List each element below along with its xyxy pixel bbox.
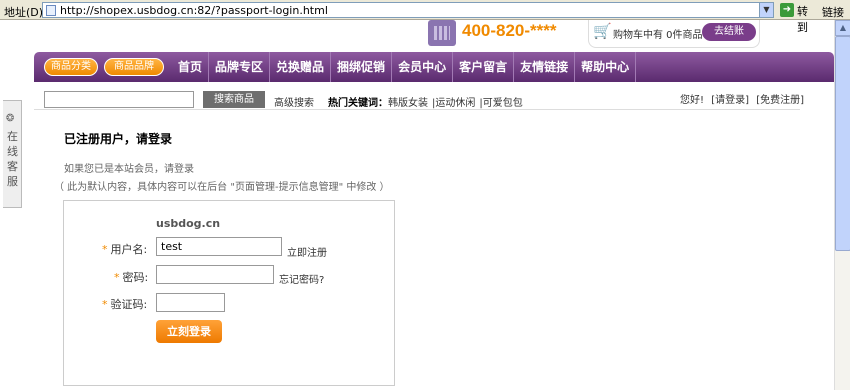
nav-items: 首页 品牌专区 兑换赠品 捆绑促销 会员中心 客户留言 友情链接 帮助中心 — [172, 52, 637, 82]
nav-item-help[interactable]: 帮助中心 — [575, 52, 637, 82]
hot-keyword-link[interactable]: |运动休闲 — [432, 98, 475, 109]
nav-item-brands[interactable]: 品牌专区 — [209, 52, 271, 82]
username-label: * 用户名: — [102, 241, 147, 257]
nav-item-messages[interactable]: 客户留言 — [453, 52, 515, 82]
login-link[interactable]: [请登录] — [711, 95, 749, 106]
chevron-down-icon[interactable]: ▼ — [759, 3, 773, 17]
captcha-field[interactable] — [156, 293, 225, 312]
checkout-button[interactable]: 去结账 — [702, 23, 756, 41]
address-input[interactable]: http://shopex.usbdog.cn:82/?passport-log… — [42, 2, 774, 18]
login-button[interactable]: 立刻登录 — [156, 320, 222, 343]
phone-icon — [428, 20, 456, 46]
page-icon — [46, 5, 56, 16]
register-now-link[interactable]: 立即注册 — [287, 244, 327, 259]
user-links: 您好! [请登录] [免费注册] — [676, 91, 804, 106]
search-input[interactable] — [44, 91, 194, 108]
default-content-note: （ 此为默认内容，具体内容可以在后台 "页面管理-提示信息管理" 中修改 ） — [54, 182, 390, 193]
cart-icon[interactable]: 🛒 — [593, 22, 612, 40]
nav-item-gifts[interactable]: 兑换赠品 — [270, 52, 332, 82]
nav-item-bundles[interactable]: 捆绑促销 — [331, 52, 393, 82]
username-field[interactable]: test — [156, 237, 282, 256]
arrow-right-icon: ➜ — [780, 3, 794, 17]
address-url[interactable]: http://shopex.usbdog.cn:82/?passport-log… — [60, 4, 328, 17]
page-title: 已注册用户，请登录 — [64, 132, 173, 146]
go-button[interactable]: ➜ 转到 — [780, 2, 816, 34]
main-nav: 商品分类 商品品牌 首页 品牌专区 兑换赠品 捆绑促销 会员中心 客户留言 友情… — [34, 52, 834, 82]
password-label-text: 密码: — [122, 271, 149, 284]
hotline-number: 400-820-**** — [462, 21, 557, 40]
password-field[interactable] — [156, 265, 274, 284]
search-button[interactable]: 搜索商品 — [203, 91, 265, 108]
required-mark: * — [102, 243, 108, 256]
cart-text: 购物车中有 0件商品 — [613, 30, 703, 41]
captcha-label: * 验证码: — [102, 296, 147, 312]
login-hint: 如果您已是本站会员，请登录 — [64, 164, 194, 175]
address-label: 地址(D) — [4, 6, 44, 19]
required-mark: * — [102, 298, 108, 311]
hot-keyword-link[interactable]: 韩版女装 — [388, 98, 428, 109]
scroll-up-icon[interactable]: ▲ — [835, 20, 850, 36]
nav-item-member[interactable]: 会员中心 — [392, 52, 454, 82]
scroll-thumb[interactable] — [835, 36, 850, 251]
links-label[interactable]: 链接 — [822, 4, 844, 20]
browser-address-bar: 地址(D) http://shopex.usbdog.cn:82/?passpo… — [0, 0, 850, 34]
nav-item-links[interactable]: 友情链接 — [514, 52, 576, 82]
username-label-text: 用户名: — [110, 243, 148, 256]
chat-icon: ❂ — [6, 113, 15, 124]
greeting: 您好! — [680, 95, 705, 106]
category-button[interactable]: 商品分类 — [44, 58, 98, 76]
hot-keywords: 韩版女装 |运动休闲 |可爱包包 — [388, 94, 527, 109]
register-link[interactable]: [免费注册] — [756, 95, 804, 106]
required-mark: * — [114, 271, 120, 284]
captcha-label-text: 验证码: — [110, 298, 148, 311]
brand-button[interactable]: 商品品牌 — [104, 58, 164, 76]
online-service-tab[interactable]: ❂ 在线客服 — [3, 100, 22, 208]
site-name: usbdog.cn — [156, 217, 221, 230]
advanced-search-link[interactable]: 高级搜索 — [274, 94, 314, 109]
search-row: 搜索商品 高级搜索 热门关键词： 韩版女装 |运动休闲 |可爱包包 您好! [请登录… — [34, 86, 804, 110]
nav-item-home[interactable]: 首页 — [172, 52, 210, 82]
hot-keywords-label: 热门关键词： — [328, 98, 388, 109]
online-service-label: 在线客服 — [7, 130, 18, 188]
password-label: * 密码: — [114, 269, 148, 285]
page-scrollbar[interactable]: ▲ — [834, 20, 850, 390]
cart-box: 🛒 购物车中有 0件商品 去结账 — [588, 20, 760, 48]
forgot-password-link[interactable]: 忘记密码? — [279, 271, 324, 286]
hot-keyword-link[interactable]: |可爱包包 — [479, 98, 522, 109]
go-label: 转到 — [797, 5, 808, 34]
login-form: usbdog.cn * 用户名: test 立即注册 * 密码: 忘记密码? * 验证… — [63, 200, 395, 386]
